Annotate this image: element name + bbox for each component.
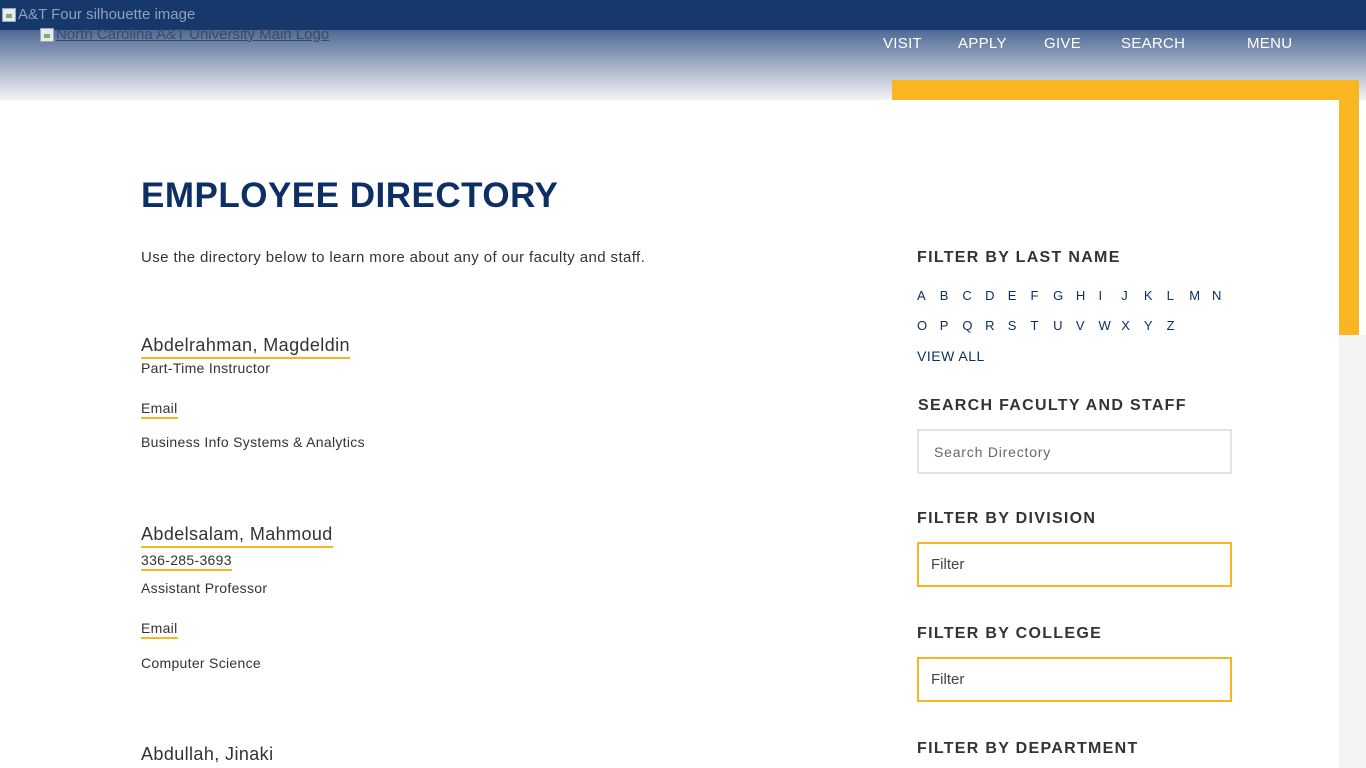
gold-accent-side bbox=[1339, 80, 1359, 335]
employee-email-link[interactable]: Email bbox=[141, 400, 178, 419]
letter-link-y[interactable]: Y bbox=[1144, 318, 1167, 333]
letter-link-e[interactable]: E bbox=[1008, 288, 1031, 303]
employee-name-link[interactable]: Abdelrahman, Magdeldin bbox=[141, 335, 350, 359]
letter-link-h[interactable]: H bbox=[1076, 288, 1099, 303]
letter-link-m[interactable]: M bbox=[1189, 288, 1212, 303]
employee-title: Assistant Professor bbox=[141, 580, 268, 596]
silhouette-image: A&T Four silhouette image bbox=[2, 6, 195, 23]
filter-department-heading: FILTER BY DEPARTMENT bbox=[917, 740, 1139, 757]
letter-link-t[interactable]: T bbox=[1030, 318, 1053, 333]
letter-link-l[interactable]: L bbox=[1167, 288, 1190, 303]
main-logo-link[interactable]: North Carolina A&T University Main Logo bbox=[40, 26, 329, 43]
letter-link-g[interactable]: G bbox=[1053, 288, 1076, 303]
nav-apply[interactable]: APPLY bbox=[958, 35, 1007, 52]
employee-phone-link[interactable]: 336-285-3693 bbox=[141, 552, 232, 571]
logo-alt-text: North Carolina A&T University Main Logo bbox=[56, 26, 330, 43]
page-title: EMPLOYEE DIRECTORY bbox=[141, 176, 559, 215]
letter-link-b[interactable]: B bbox=[940, 288, 963, 303]
nav-search[interactable]: SEARCH bbox=[1121, 35, 1185, 52]
right-gutter bbox=[1339, 335, 1366, 768]
gold-accent-bar bbox=[892, 80, 1359, 100]
letter-link-c[interactable]: C bbox=[962, 288, 985, 303]
letter-link-z[interactable]: Z bbox=[1167, 318, 1190, 333]
nav-menu[interactable]: MENU bbox=[1247, 35, 1292, 52]
employee-department: Computer Science bbox=[141, 655, 261, 671]
broken-image-icon bbox=[2, 7, 16, 22]
view-all-link[interactable]: VIEW ALL bbox=[917, 348, 985, 364]
letter-link-s[interactable]: S bbox=[1008, 318, 1031, 333]
search-directory-input[interactable] bbox=[917, 429, 1232, 474]
employee-title: Part-Time Instructor bbox=[141, 360, 271, 376]
letter-link-q[interactable]: Q bbox=[962, 318, 985, 333]
letter-link-x[interactable]: X bbox=[1121, 318, 1144, 333]
employee-department: Business Info Systems & Analytics bbox=[141, 434, 365, 450]
nav-give[interactable]: GIVE bbox=[1044, 35, 1081, 52]
college-filter-select[interactable]: Filter bbox=[917, 657, 1232, 702]
intro-text: Use the directory below to learn more ab… bbox=[141, 249, 646, 266]
silhouette-alt-text: A&T Four silhouette image bbox=[18, 6, 196, 23]
letter-link-d[interactable]: D bbox=[985, 288, 1008, 303]
filter-division-heading: FILTER BY DIVISION bbox=[917, 510, 1097, 527]
employee-name-link[interactable]: Abdullah, Jinaki bbox=[141, 744, 273, 766]
letter-link-w[interactable]: W bbox=[1099, 318, 1122, 333]
letter-link-u[interactable]: U bbox=[1053, 318, 1076, 333]
letter-link-a[interactable]: A bbox=[917, 288, 940, 303]
division-filter-select[interactable]: Filter bbox=[917, 542, 1232, 587]
letter-row-1: A B C D E F G H I J K L M N bbox=[917, 288, 1235, 303]
letter-link-f[interactable]: F bbox=[1030, 288, 1053, 303]
letter-link-n[interactable]: N bbox=[1212, 288, 1235, 303]
letter-link-k[interactable]: K bbox=[1144, 288, 1167, 303]
letter-link-v[interactable]: V bbox=[1076, 318, 1099, 333]
division-filter-value: Filter bbox=[931, 556, 965, 573]
employee-name-link[interactable]: Abdelsalam, Mahmoud bbox=[141, 524, 333, 548]
letter-link-o[interactable]: O bbox=[917, 318, 940, 333]
letter-row-2: O P Q R S T U V W X Y Z bbox=[917, 318, 1189, 333]
nav-visit[interactable]: VISIT bbox=[883, 35, 922, 52]
letter-link-j[interactable]: J bbox=[1121, 288, 1144, 303]
search-faculty-heading: SEARCH FACULTY AND STAFF bbox=[918, 397, 1187, 414]
letter-link-p[interactable]: P bbox=[940, 318, 963, 333]
broken-image-icon bbox=[40, 27, 54, 42]
letter-link-r[interactable]: R bbox=[985, 318, 1008, 333]
filter-college-heading: FILTER BY COLLEGE bbox=[917, 625, 1103, 642]
filter-last-name-heading: FILTER BY LAST NAME bbox=[917, 249, 1121, 266]
college-filter-value: Filter bbox=[931, 671, 965, 688]
employee-email-link[interactable]: Email bbox=[141, 620, 178, 639]
letter-link-i[interactable]: I bbox=[1099, 288, 1122, 303]
